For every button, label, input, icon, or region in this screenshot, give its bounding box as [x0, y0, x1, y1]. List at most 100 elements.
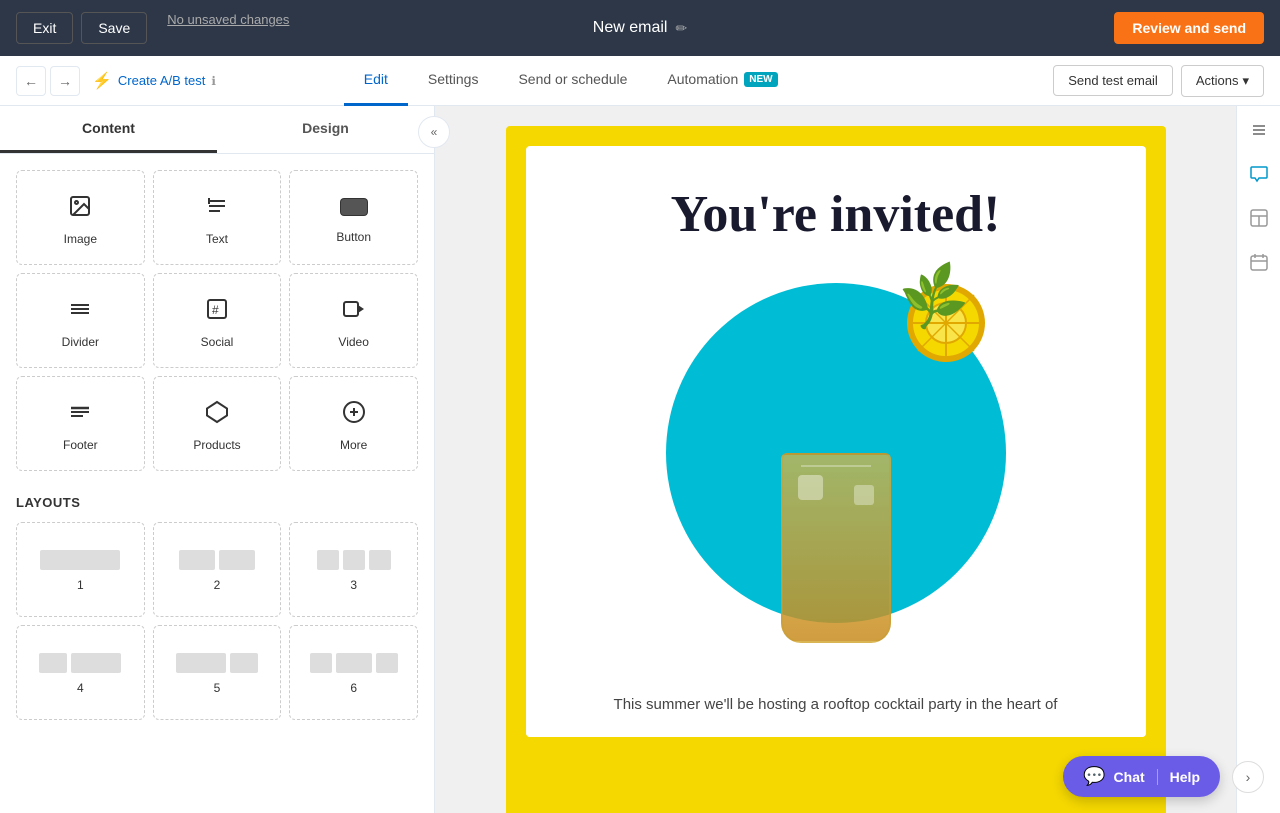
layout-item-2[interactable]: 2: [153, 522, 282, 617]
exit-button[interactable]: Exit: [16, 12, 73, 44]
divider-label: Divider: [62, 335, 99, 349]
layout-col: [179, 550, 215, 570]
text-icon: [205, 194, 229, 224]
layout-col: [310, 653, 332, 673]
content-item-text[interactable]: Text: [153, 170, 282, 265]
email-body-text: This summer we'll be hosting a rooftop c…: [556, 693, 1116, 717]
content-item-footer[interactable]: Footer: [16, 376, 145, 471]
layout-preview-4: [39, 653, 121, 673]
button-label: Button: [336, 230, 371, 244]
button-icon: [340, 196, 368, 222]
layout-item-4[interactable]: 4: [16, 625, 145, 720]
review-and-send-button[interactable]: Review and send: [1114, 12, 1264, 44]
more-icon: [342, 400, 366, 430]
nav-tabs: Edit Settings Send or schedule Automatio…: [344, 56, 798, 106]
help-widget-label: Help: [1157, 769, 1200, 785]
actions-label: Actions: [1196, 73, 1239, 88]
ab-test-button[interactable]: ⚡ Create A/B test ℹ: [92, 71, 216, 91]
email-title: New email: [593, 19, 668, 37]
layout-4-label: 4: [77, 681, 84, 695]
social-icon: #: [205, 297, 229, 327]
social-label: Social: [201, 335, 234, 349]
content-item-more[interactable]: More: [289, 376, 418, 471]
layout-item-6[interactable]: 6: [289, 625, 418, 720]
layout-col: [40, 550, 120, 570]
save-button[interactable]: Save: [81, 12, 147, 44]
ice-cube: [854, 485, 874, 505]
undo-button[interactable]: ←: [16, 66, 46, 96]
tab-send-schedule[interactable]: Send or schedule: [498, 56, 647, 106]
svg-text:#: #: [212, 303, 219, 317]
top-bar-right: Review and send: [1114, 12, 1264, 44]
content-item-social[interactable]: # Social: [153, 273, 282, 368]
image-label: Image: [64, 232, 97, 246]
actions-button[interactable]: Actions ▾: [1181, 65, 1264, 97]
scroll-right-button[interactable]: ›: [1232, 761, 1264, 793]
cocktail-illustration: [781, 453, 891, 643]
left-panel: « Content Design Image Text: [0, 106, 435, 813]
layout-col: [176, 653, 226, 673]
layout-col: [39, 653, 67, 673]
ab-test-icon: ⚡: [92, 71, 112, 91]
content-item-video[interactable]: Video: [289, 273, 418, 368]
send-test-email-button[interactable]: Send test email: [1053, 65, 1173, 96]
sidebar-layout-icon[interactable]: [1243, 202, 1275, 234]
layouts-title: LAYOUTS: [16, 495, 418, 510]
products-label: Products: [193, 438, 240, 452]
top-bar: Exit Save No unsaved changes New email ✏…: [0, 0, 1280, 56]
layout-preview-5: [176, 653, 258, 673]
footer-icon: [68, 400, 92, 430]
layout-item-5[interactable]: 5: [153, 625, 282, 720]
content-item-image[interactable]: Image: [16, 170, 145, 265]
content-item-products[interactable]: Products: [153, 376, 282, 471]
tab-settings[interactable]: Settings: [408, 56, 499, 106]
nav-bar-right: Send test email Actions ▾: [1053, 65, 1264, 97]
layout-preview-3: [317, 550, 391, 570]
unsaved-changes[interactable]: No unsaved changes: [167, 12, 289, 44]
more-label: More: [340, 438, 367, 452]
layout-col: [317, 550, 339, 570]
ice-cube: [798, 475, 823, 500]
layout-item-1[interactable]: 1: [16, 522, 145, 617]
email-canvas: You're invited!: [435, 106, 1236, 813]
tab-content[interactable]: Content: [0, 106, 217, 153]
footer-label: Footer: [63, 438, 98, 452]
redo-button[interactable]: →: [50, 66, 80, 96]
right-sidebar: [1236, 106, 1280, 813]
layout-preview-1: [40, 550, 120, 570]
layout-item-3[interactable]: 3: [289, 522, 418, 617]
chat-widget[interactable]: 💬 Chat Help: [1063, 756, 1220, 797]
email-body: You're invited!: [506, 126, 1166, 813]
sidebar-calendar-icon[interactable]: [1243, 246, 1275, 278]
tab-automation[interactable]: Automation NEW: [647, 56, 797, 106]
nav-bar: ← → ⚡ Create A/B test ℹ Edit Settings Se…: [0, 56, 1280, 106]
main-layout: « Content Design Image Text: [0, 106, 1280, 813]
nav-bar-left: ← → ⚡ Create A/B test ℹ: [16, 66, 216, 96]
sidebar-chat-bubbles-icon[interactable]: [1243, 158, 1275, 190]
tab-design[interactable]: Design: [217, 106, 434, 153]
layout-col: [219, 550, 255, 570]
sidebar-expand-icon[interactable]: [1243, 114, 1275, 146]
layout-col: [343, 550, 365, 570]
text-label: Text: [206, 232, 228, 246]
content-item-divider[interactable]: Divider: [16, 273, 145, 368]
layouts-grid: 1 2 3: [16, 522, 418, 720]
products-icon: [205, 400, 229, 430]
chat-widget-icon: 💬: [1083, 766, 1105, 787]
top-bar-left: Exit Save No unsaved changes: [16, 12, 289, 44]
collapse-panel-button[interactable]: «: [418, 116, 450, 148]
layout-6-label: 6: [350, 681, 357, 695]
layout-col: [336, 653, 372, 673]
edit-title-icon[interactable]: ✏: [675, 20, 687, 37]
layout-col: [71, 653, 121, 673]
image-icon: [68, 194, 92, 224]
content-item-button[interactable]: Button: [289, 170, 418, 265]
tab-edit[interactable]: Edit: [344, 56, 408, 106]
chat-widget-label: Chat: [1114, 769, 1145, 785]
layout-col: [376, 653, 398, 673]
layout-preview-6: [310, 653, 398, 673]
email-text-section: This summer we'll be hosting a rooftop c…: [526, 673, 1146, 737]
glass-shine: [801, 465, 871, 467]
layout-col: [230, 653, 258, 673]
layout-2-label: 2: [214, 578, 221, 592]
